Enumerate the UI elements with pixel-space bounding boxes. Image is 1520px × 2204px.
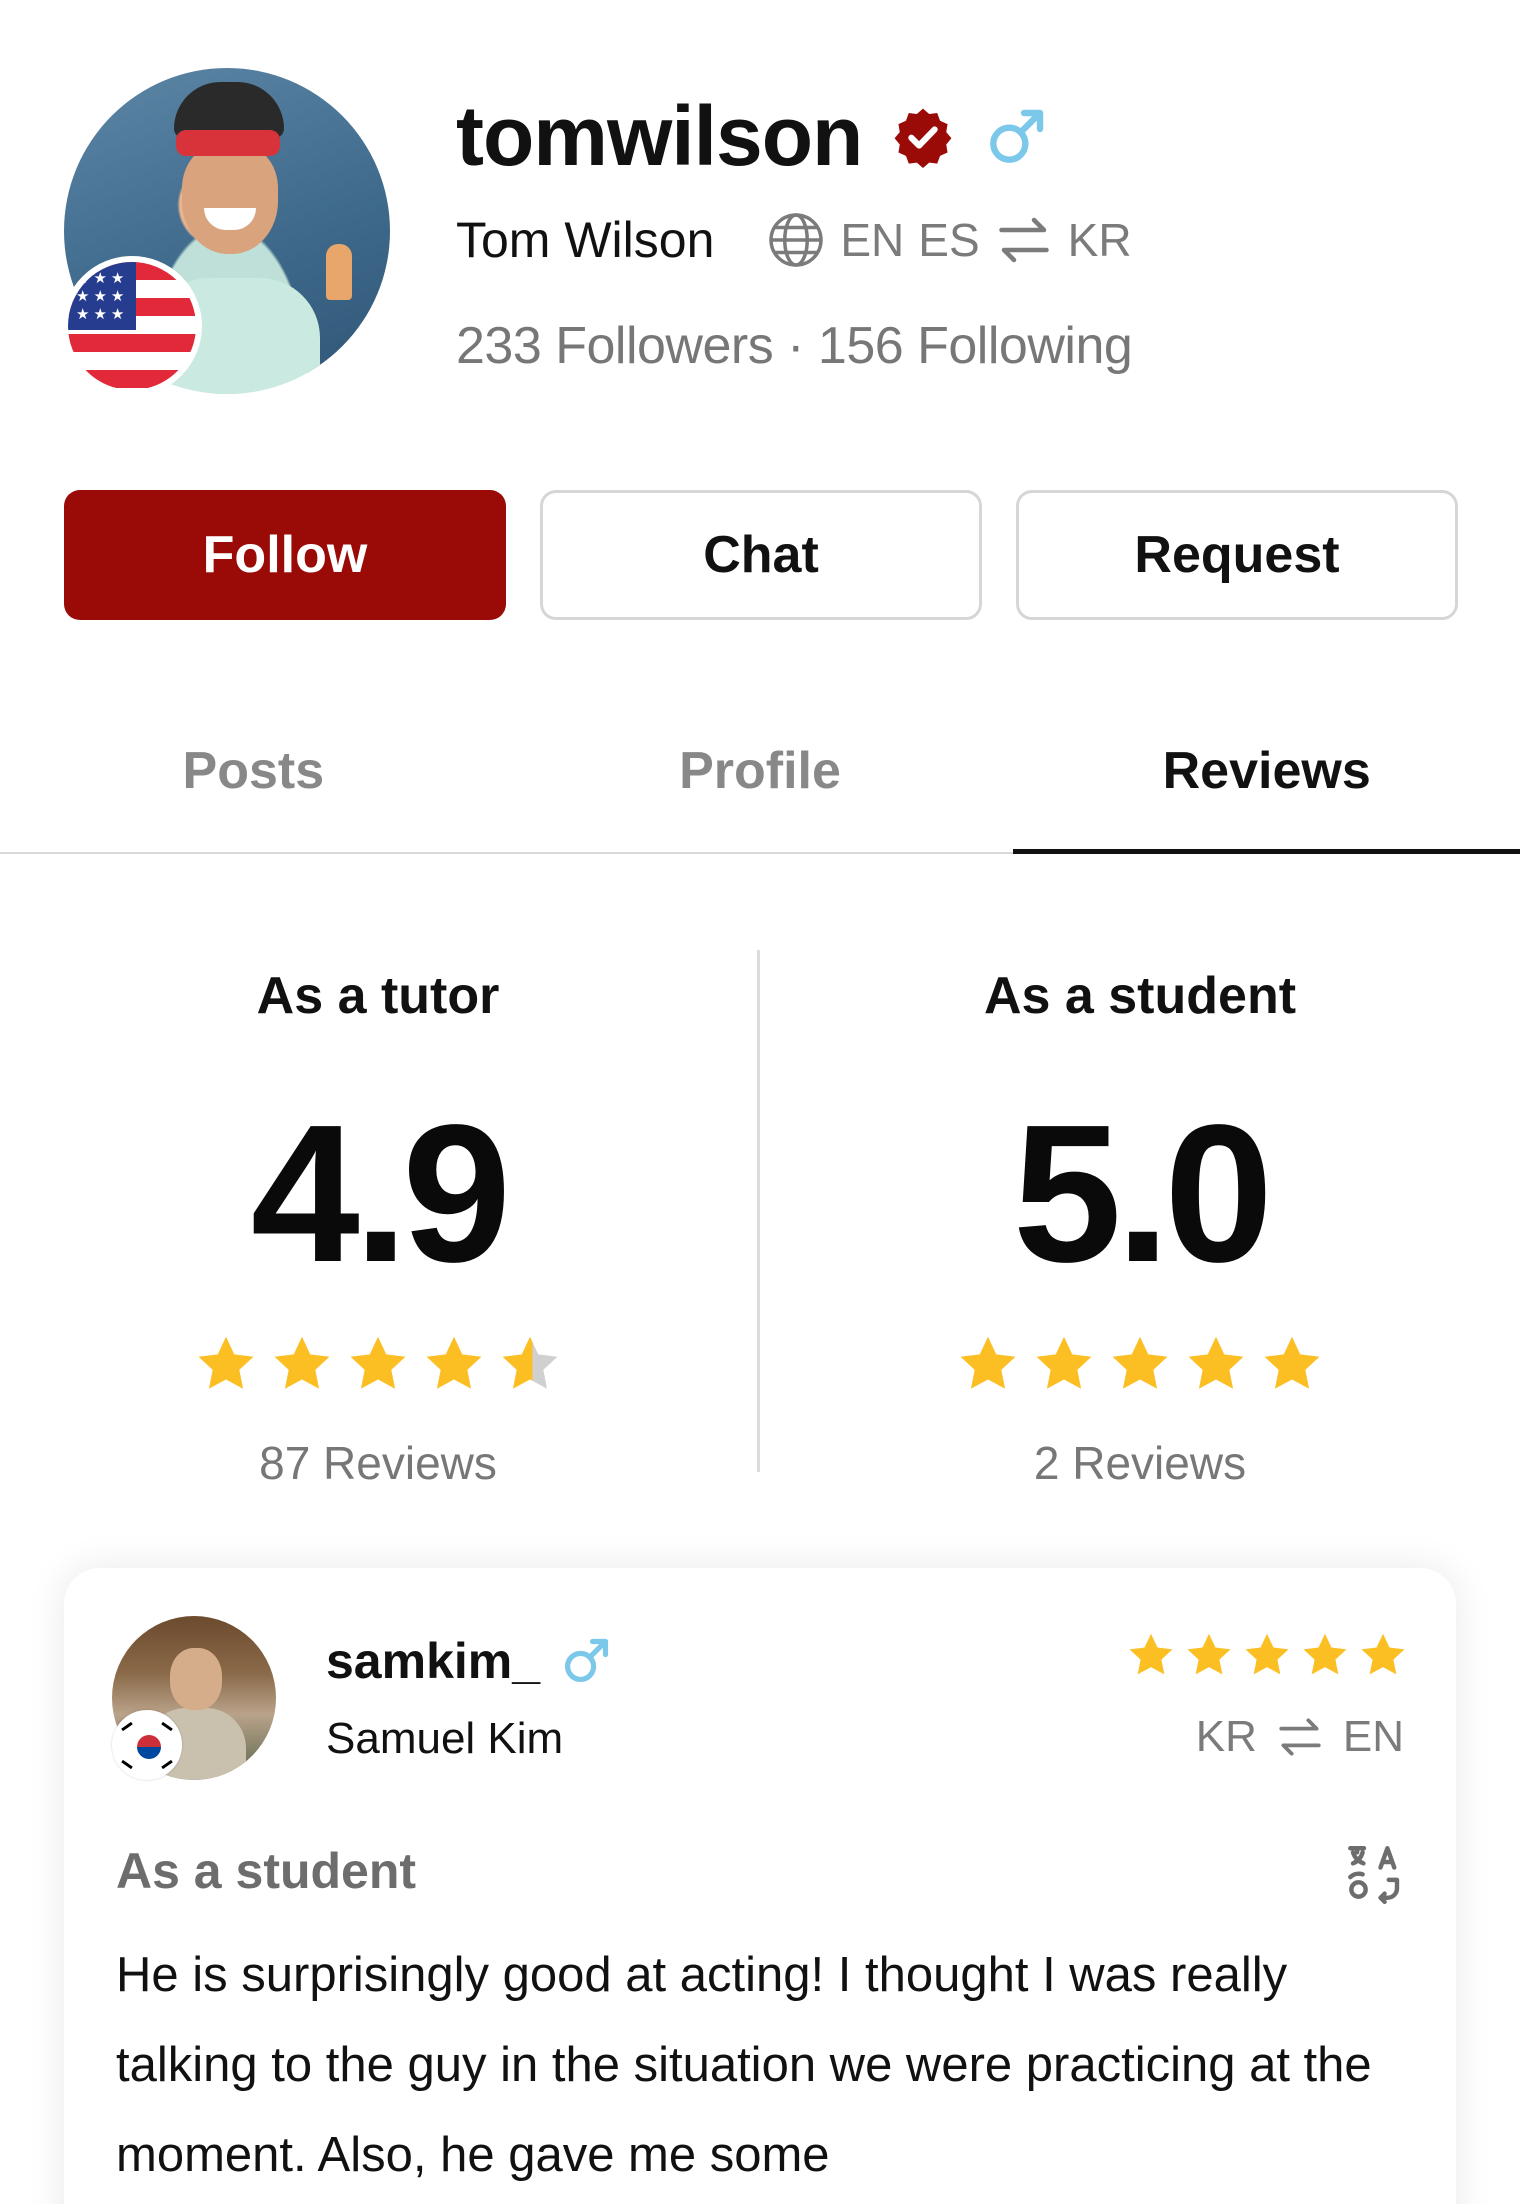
globe-icon bbox=[769, 213, 824, 267]
translate-icon[interactable] bbox=[1342, 1840, 1408, 1906]
review-card[interactable]: samkim_ Samuel Kim KR EN As a student He… bbox=[64, 1568, 1456, 2204]
reviewer-lang-from: KR bbox=[1195, 1712, 1257, 1761]
student-rating-title: As a student bbox=[983, 967, 1297, 1025]
profile-username: tomwilson bbox=[456, 89, 863, 183]
verified-badge-icon bbox=[894, 108, 952, 168]
half-star-icon bbox=[498, 1332, 562, 1396]
star-icon bbox=[422, 1332, 486, 1396]
star-icon bbox=[1184, 1332, 1248, 1396]
request-button[interactable]: Request bbox=[1016, 490, 1458, 620]
star-icon bbox=[194, 1332, 258, 1396]
reviewer-username[interactable]: samkim_ bbox=[326, 1632, 540, 1690]
student-review-count[interactable]: 2 Reviews bbox=[760, 1436, 1520, 1490]
tab-profile[interactable]: Profile bbox=[507, 690, 1014, 852]
star-icon bbox=[1358, 1630, 1408, 1680]
tutor-review-count[interactable]: 87 Reviews bbox=[0, 1436, 756, 1490]
star-icon bbox=[1108, 1332, 1172, 1396]
tab-reviews[interactable]: Reviews bbox=[1013, 690, 1520, 854]
star-icon bbox=[1184, 1630, 1234, 1680]
star-icon bbox=[1032, 1332, 1096, 1396]
kr-flag-icon bbox=[112, 1710, 182, 1780]
star-icon bbox=[1126, 1630, 1176, 1680]
swap-arrows-icon bbox=[1279, 1718, 1321, 1756]
native-language-1: EN bbox=[840, 214, 905, 266]
star-icon bbox=[1242, 1630, 1292, 1680]
review-text: He is surprisingly good at acting! I tho… bbox=[116, 1948, 1372, 2182]
profile-full-name: Tom Wilson bbox=[456, 212, 715, 268]
student-rating-score: 5.0 bbox=[1012, 1084, 1273, 1303]
profile-languages: EN ES KR bbox=[766, 210, 1132, 270]
male-icon bbox=[565, 1638, 609, 1683]
reviewer-lang-to: EN bbox=[1342, 1712, 1404, 1761]
reviewer-languages: KR EN bbox=[1196, 1712, 1404, 1762]
profile-tabs: Posts Profile Reviews bbox=[0, 690, 1520, 854]
profile-header: ★★★ ★★★ ★★★ tomwilson Tom Wilson EN ES KR … bbox=[0, 0, 1520, 430]
tutor-rating-title: As a tutor bbox=[256, 967, 500, 1025]
reviewer-full-name: Samuel Kim bbox=[326, 1714, 564, 1763]
review-role: As a student bbox=[116, 1843, 417, 1899]
ratings-summary: As a tutor 4.9 87 Reviews As a student 5… bbox=[0, 950, 1520, 1489]
review-stars bbox=[1126, 1630, 1408, 1680]
star-icon bbox=[1260, 1332, 1324, 1396]
student-rating: As a student 5.0 2 Reviews bbox=[760, 950, 1520, 1490]
follow-button[interactable]: Follow bbox=[64, 490, 506, 620]
tab-posts[interactable]: Posts bbox=[0, 690, 507, 852]
male-icon bbox=[990, 109, 1044, 163]
chat-button[interactable]: Chat bbox=[540, 490, 982, 620]
student-rating-stars bbox=[760, 1332, 1520, 1396]
star-icon bbox=[346, 1332, 410, 1396]
profile-actions: Follow Chat Request bbox=[64, 490, 1458, 620]
tutor-rating: As a tutor 4.9 87 Reviews bbox=[0, 950, 756, 1490]
target-language-1: KR bbox=[1067, 214, 1132, 266]
us-flag-icon: ★★★ ★★★ ★★★ bbox=[62, 256, 202, 396]
native-language-2: ES bbox=[918, 214, 980, 266]
star-icon bbox=[270, 1332, 334, 1396]
swap-arrows-icon bbox=[998, 217, 1049, 263]
star-icon bbox=[1300, 1630, 1350, 1680]
star-icon bbox=[956, 1332, 1020, 1396]
tutor-rating-stars bbox=[0, 1332, 756, 1396]
tutor-rating-score: 4.9 bbox=[250, 1084, 511, 1303]
follow-stats[interactable]: 233 Followers · 156 Following bbox=[456, 316, 1133, 376]
